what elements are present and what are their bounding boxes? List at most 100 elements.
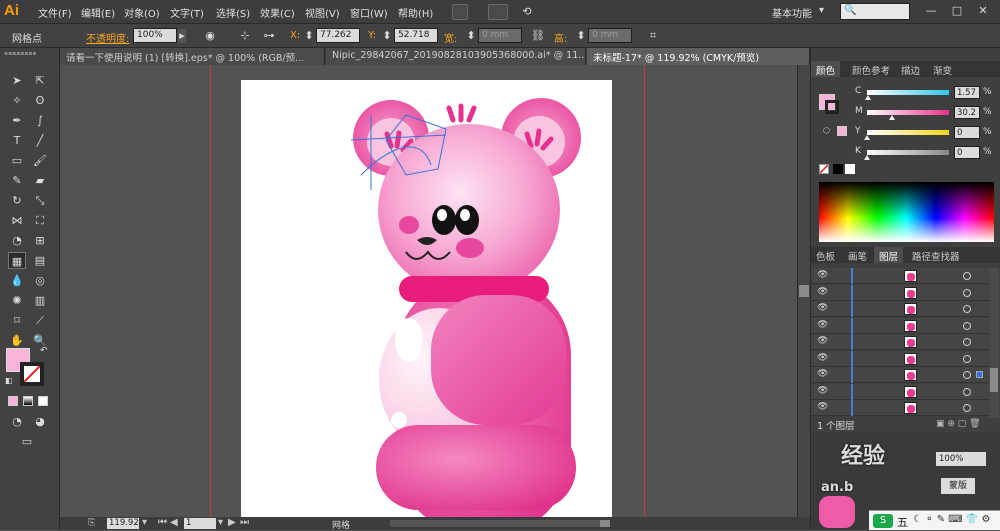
minimize-icon[interactable]: — [924, 4, 938, 18]
channel-value-input[interactable]: 0 [954, 126, 980, 139]
tab-swatches[interactable]: 色板 [811, 247, 840, 263]
visibility-eye-icon[interactable]: 👁 [817, 287, 829, 297]
height-input[interactable]: 0 mm [588, 28, 632, 43]
channel-slider[interactable] [867, 90, 949, 95]
layer-row[interactable]: 👁 [811, 400, 989, 416]
height-stepper-icon[interactable]: ⬍ [576, 29, 586, 43]
transform-reference-icon[interactable]: ⊶ [262, 29, 276, 43]
opacity-input[interactable]: 100% [133, 28, 177, 43]
eyedropper-tool-icon[interactable]: 💧 [8, 272, 26, 289]
artboard-tool-icon[interactable]: ⌑ [8, 312, 26, 329]
workspace-switcher[interactable]: 基本功能 [772, 5, 812, 20]
out-of-gamut-icon[interactable]: ⬡ [823, 126, 830, 135]
rotate-tool-icon[interactable]: ↻ [8, 192, 26, 209]
transparency-opacity-input[interactable]: 100% [936, 452, 986, 466]
teddy-bear-illustration[interactable] [241, 80, 612, 517]
close-icon[interactable]: ✕ [976, 4, 990, 18]
ime-tool-icons[interactable]: ☾ ⚬ ✎ ⌨ 👕 ⚙ [913, 514, 990, 525]
layer-row[interactable]: 👁 [811, 301, 989, 317]
chevron-down-icon[interactable]: ▾ [819, 5, 824, 16]
vertical-scrollbar[interactable] [797, 65, 810, 517]
rectangle-tool-icon[interactable]: ▭ [8, 152, 26, 169]
default-colors-icon[interactable]: ◧ [5, 376, 13, 385]
draw-behind-icon[interactable]: ◕ [31, 413, 49, 430]
menu-window[interactable]: 窗口(W) [350, 5, 388, 20]
magic-wand-tool-icon[interactable]: ✧ [8, 92, 26, 109]
visibility-eye-icon[interactable]: 👁 [817, 386, 829, 396]
swap-fill-stroke-icon[interactable]: ↶ [40, 346, 48, 356]
draw-normal-icon[interactable]: ◔ [8, 413, 26, 430]
target-circle-icon[interactable] [963, 288, 971, 297]
previous-artboard-icon[interactable]: ◀ [170, 517, 178, 528]
opacity-label[interactable]: 不透明度: [86, 30, 129, 45]
scroll-thumb[interactable] [799, 285, 809, 297]
make-mask-button[interactable]: 蒙版 [941, 478, 975, 494]
pen-tool-icon[interactable]: ✒ [8, 112, 26, 129]
channel-slider[interactable] [867, 150, 949, 155]
layer-row[interactable]: 👁 [811, 334, 989, 350]
visibility-eye-icon[interactable]: 👁 [817, 370, 829, 379]
free-transform-tool-icon[interactable]: ⛶ [31, 212, 49, 229]
tab-brushes[interactable]: 画笔 [843, 247, 872, 263]
zoom-dropdown-icon[interactable]: ▾ [142, 517, 147, 528]
black-color-icon[interactable] [833, 164, 843, 174]
menu-file[interactable]: 文件(F) [38, 5, 72, 20]
perspective-grid-tool-icon[interactable]: ⊞ [31, 232, 49, 249]
maximize-icon[interactable]: □ [950, 4, 964, 18]
none-mode-icon[interactable] [38, 396, 48, 406]
symbol-sprayer-tool-icon[interactable]: ✺ [8, 292, 26, 309]
menu-select[interactable]: 选择(S) [216, 5, 250, 20]
panel-grip[interactable]: ▪▪▪▪▪▪▪▪ [4, 50, 56, 57]
hand-tool-icon[interactable]: ✋ [8, 332, 26, 349]
artboard-number-input[interactable]: 1 [184, 518, 216, 529]
shape-builder-tool-icon[interactable]: ◔ [8, 232, 26, 249]
zoom-input[interactable]: 119.92 [107, 518, 139, 529]
mesh-tool-icon[interactable]: ▦ [8, 252, 26, 269]
canvas-area[interactable] [60, 65, 797, 517]
target-circle-icon[interactable] [963, 387, 971, 396]
y-input[interactable]: 52.718 [394, 28, 438, 43]
bridge-icon[interactable] [452, 4, 468, 20]
gamut-swatch[interactable] [837, 126, 847, 136]
paintbrush-tool-icon[interactable]: 🖌 [31, 152, 49, 169]
transform-icon[interactable]: ⌗ [646, 29, 660, 43]
menu-effect[interactable]: 效果(C) [260, 5, 295, 20]
direct-selection-tool-icon[interactable]: ⇱ [31, 72, 49, 89]
width-tool-icon[interactable]: ⋈ [8, 212, 26, 229]
layer-footer-icons[interactable]: ▣ ⊕ ▢ 🗑 [936, 419, 981, 429]
target-circle-icon[interactable] [963, 354, 971, 363]
search-help-input[interactable]: 🔍 [840, 3, 910, 20]
layer-row[interactable]: 👁 [811, 284, 989, 301]
selection-indicator[interactable] [976, 371, 983, 378]
channel-slider-thumb[interactable] [865, 95, 872, 100]
layers-scroll-thumb[interactable] [990, 368, 998, 392]
channel-value-input[interactable]: 0 [954, 146, 980, 159]
menu-edit[interactable]: 编辑(E) [81, 5, 115, 20]
horizontal-scrollbar[interactable] [390, 520, 610, 527]
column-graph-tool-icon[interactable]: ▥ [31, 292, 49, 309]
blend-tool-icon[interactable]: ◎ [31, 272, 49, 289]
tab-document-3[interactable]: 未标题-17* @ 119.92% (CMYK/预览) [587, 48, 810, 65]
opacity-dropdown-icon[interactable]: ▸ [178, 29, 186, 43]
visibility-eye-icon[interactable]: 👁 [817, 320, 829, 330]
layers-scrollbar[interactable] [989, 268, 999, 418]
y-stepper-icon[interactable]: ⬍ [382, 29, 392, 43]
eraser-tool-icon[interactable]: ▰ [31, 172, 49, 189]
channel-slider[interactable] [867, 130, 949, 135]
layer-row[interactable]: 👁 [811, 350, 989, 367]
target-circle-icon[interactable] [963, 404, 971, 412]
target-circle-icon[interactable] [963, 321, 971, 330]
artboard[interactable] [241, 80, 612, 517]
visibility-eye-icon[interactable]: 👁 [817, 271, 829, 280]
visibility-eye-icon[interactable]: 👁 [817, 304, 829, 313]
color-spectrum[interactable] [819, 182, 994, 242]
channel-slider-thumb[interactable] [888, 115, 895, 120]
pencil-tool-icon[interactable]: ✎ [8, 172, 26, 189]
sync-icon[interactable]: ⟲ [520, 5, 534, 19]
link-proportions-icon[interactable]: ⛓ [531, 29, 545, 43]
layer-row[interactable]: 👁 [811, 367, 989, 383]
last-artboard-icon[interactable]: ⏭ [240, 517, 249, 528]
screen-mode-icon[interactable]: ▭ [17, 433, 37, 450]
scale-tool-icon[interactable]: ⤡ [31, 192, 49, 209]
recolor-icon[interactable]: ◉ [203, 29, 217, 43]
